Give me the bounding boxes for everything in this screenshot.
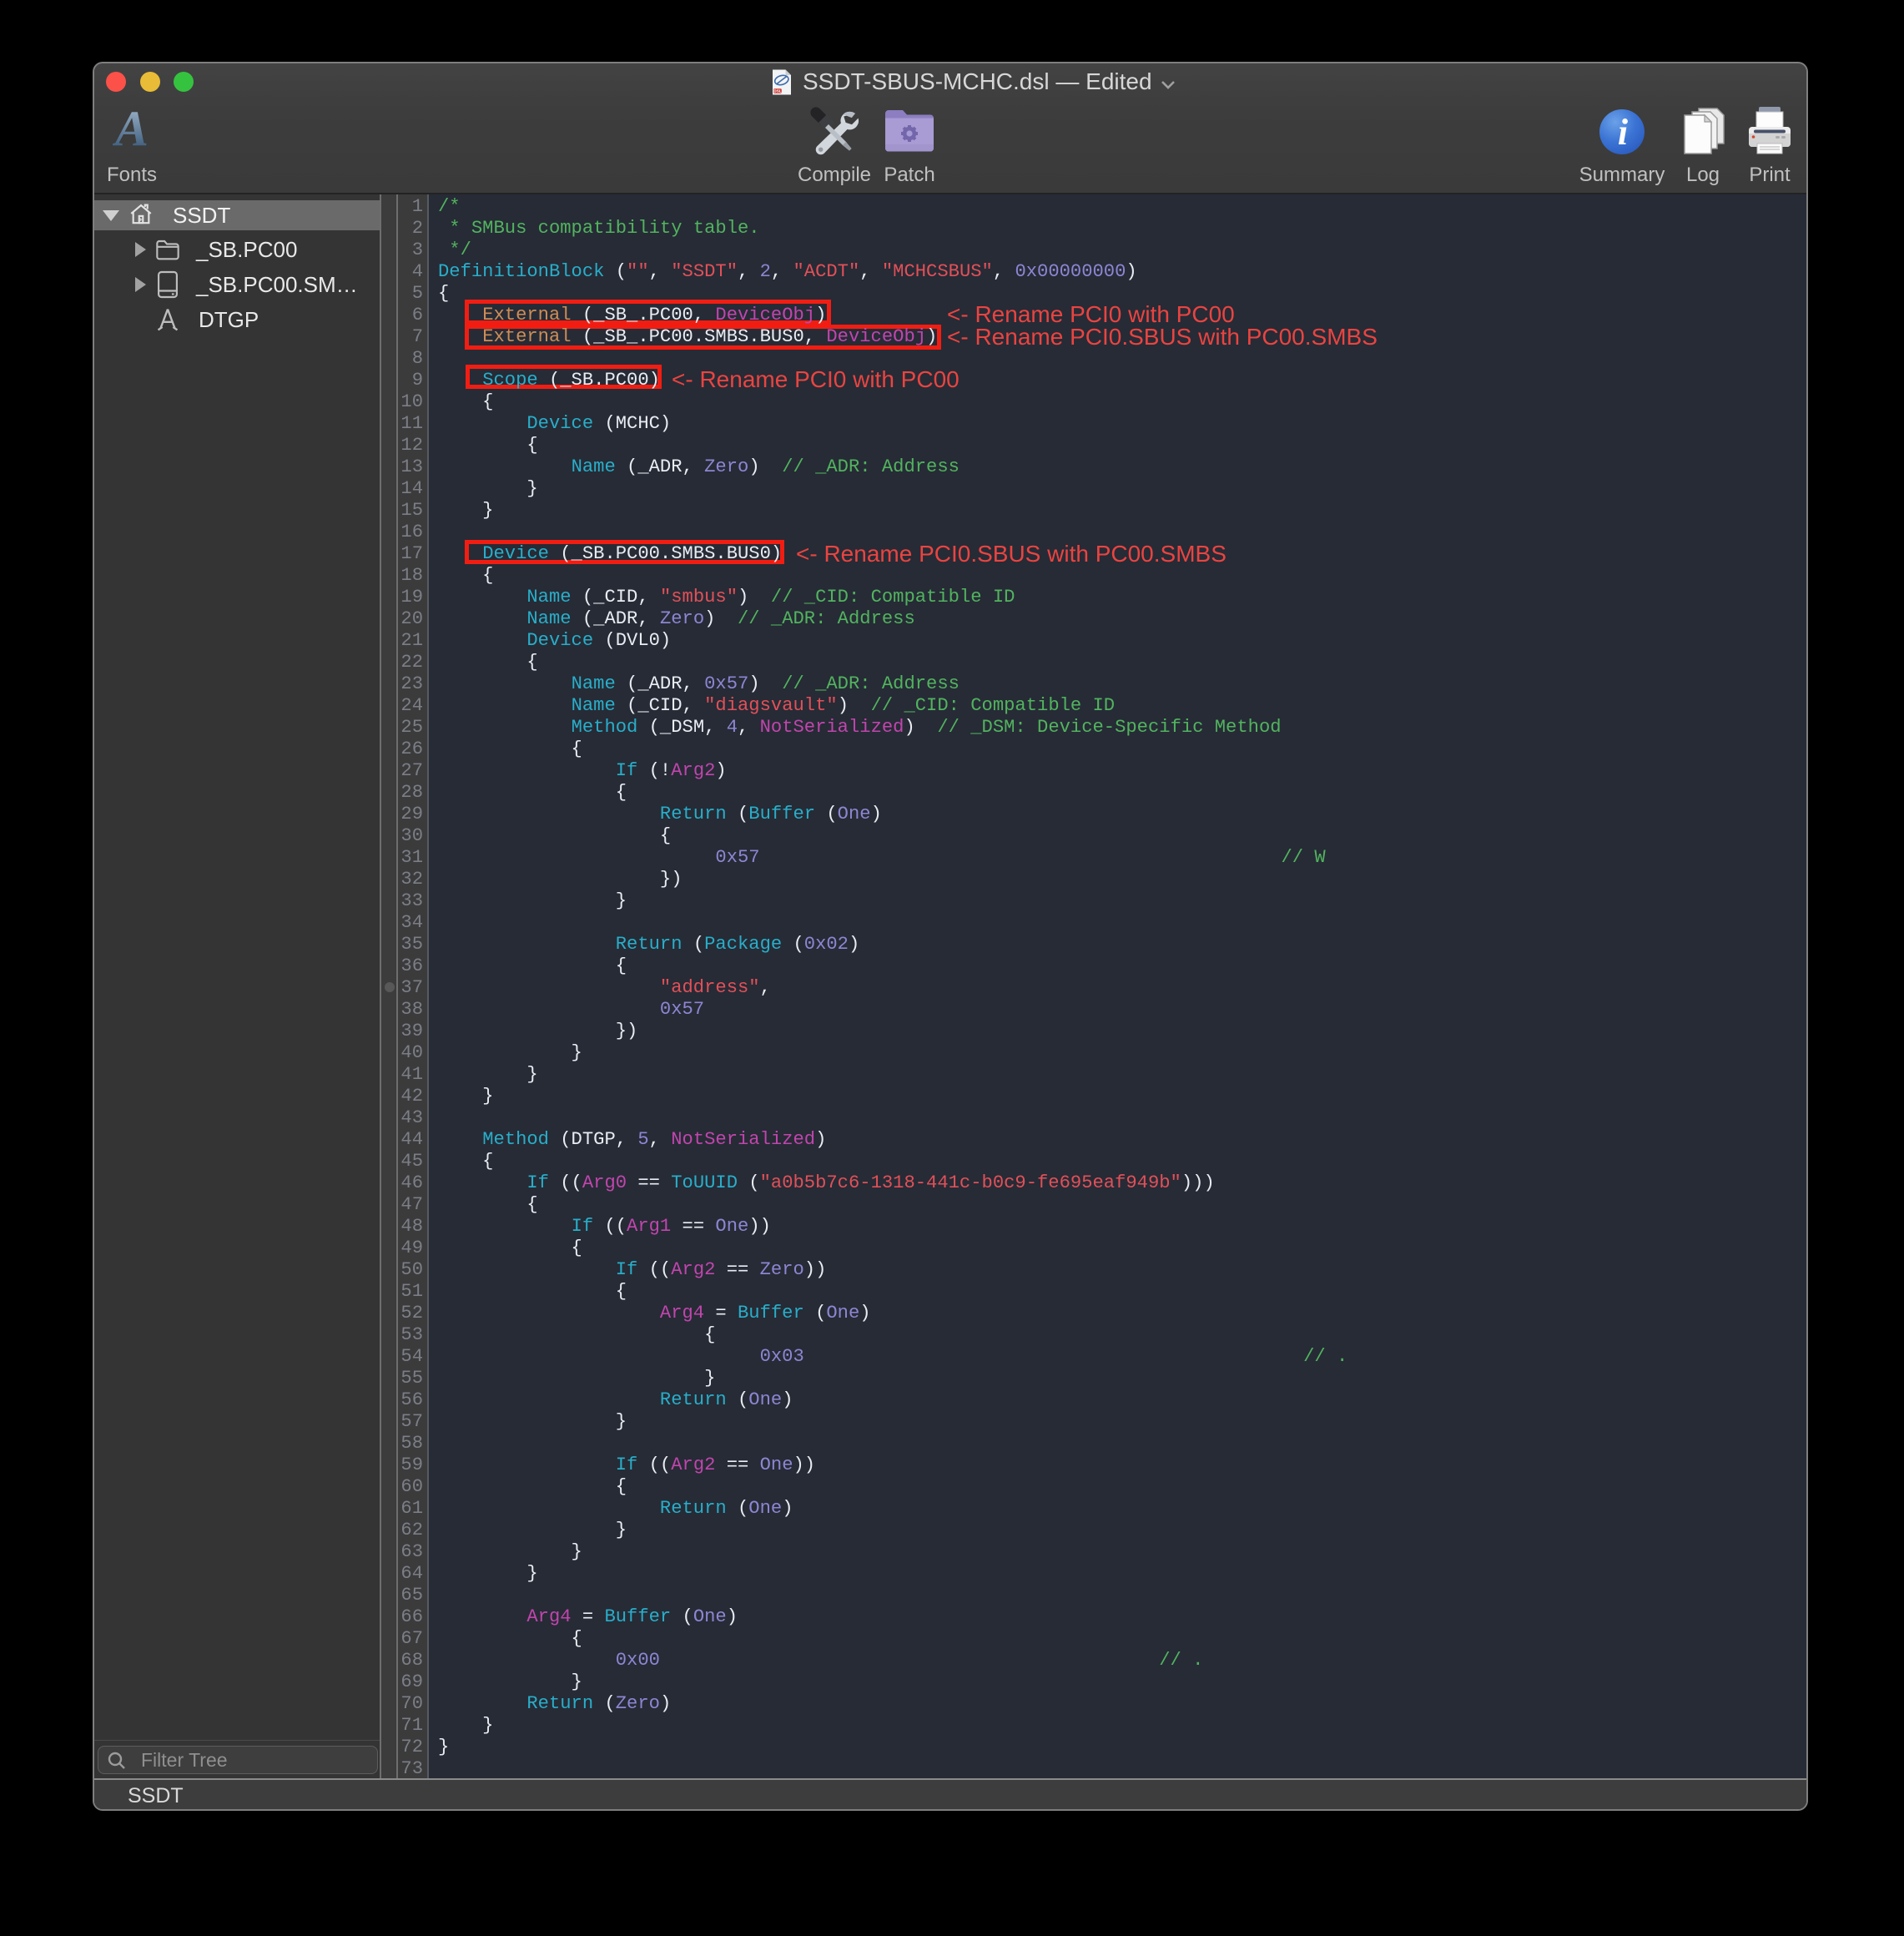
svg-text:i: i bbox=[1618, 112, 1629, 153]
svg-text:DSL: DSL bbox=[773, 88, 781, 93]
